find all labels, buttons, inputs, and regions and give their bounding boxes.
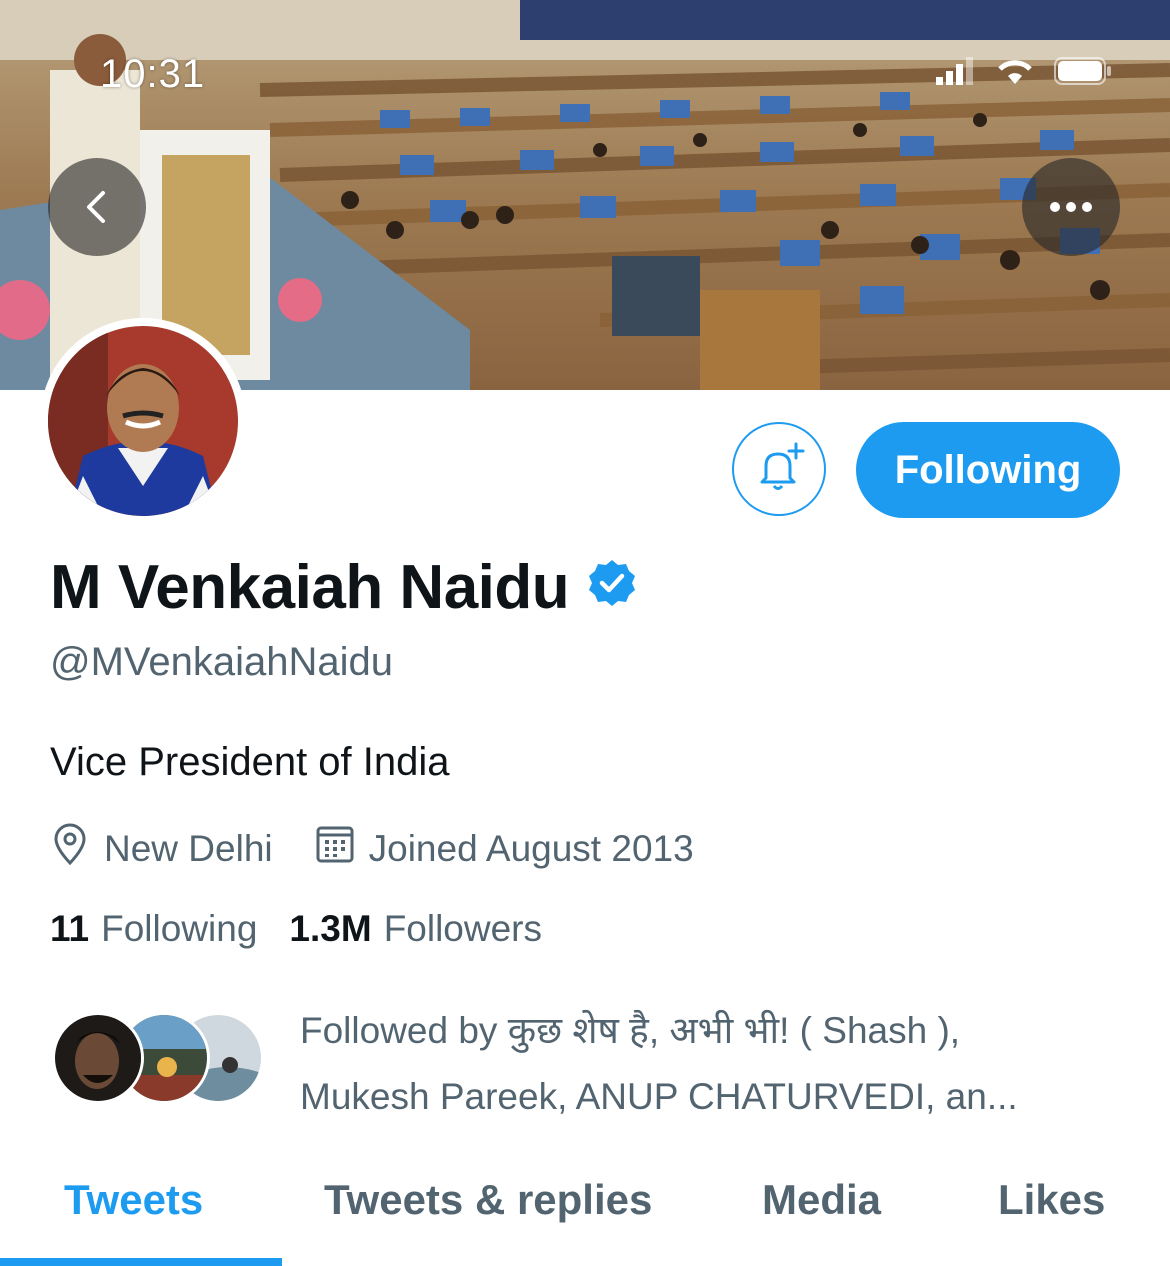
display-name: M Venkaiah Naidu	[50, 553, 570, 622]
battery-icon	[1054, 57, 1112, 85]
profile-page: 10:31 Following M Venkaiah Naidu @MVenka…	[0, 0, 1170, 1266]
joined-date: Joined August 2013	[315, 824, 694, 873]
profile-name-row: M Venkaiah Naidu	[50, 552, 637, 623]
joined-text: Joined August 2013	[368, 827, 694, 869]
avatar-photo	[48, 326, 238, 516]
followed-by-text[interactable]: Followed by कुछ शेष है, अभी भी! ( Shash …	[300, 998, 1100, 1130]
verified-badge-icon	[587, 552, 637, 623]
following-label: Following	[101, 908, 258, 949]
follow-counts: 11 Following 1.3M Followers	[50, 908, 542, 950]
active-tab-indicator	[0, 1258, 282, 1266]
profile-avatar[interactable]	[40, 318, 246, 524]
followed-by-line-1: Followed by कुछ शेष है, अभी भी! ( Shash …	[300, 1010, 961, 1051]
profile-handle: @MVenkaiahNaidu	[50, 640, 394, 684]
bell-plus-icon	[752, 440, 806, 499]
tab-tweets[interactable]: Tweets	[64, 1176, 203, 1224]
followers-count-link[interactable]: 1.3M Followers	[289, 908, 542, 950]
signal-icon	[936, 57, 976, 85]
status-icons	[936, 56, 1112, 86]
more-options-icon	[1049, 201, 1093, 213]
profile-bio: Vice President of India	[50, 740, 450, 784]
following-count: 11	[50, 908, 90, 949]
followed-by-avatars[interactable]	[52, 1012, 272, 1108]
tab-likes[interactable]: Likes	[998, 1176, 1105, 1224]
tab-tweets-and-replies[interactable]: Tweets & replies	[324, 1176, 652, 1224]
more-options-button[interactable]	[1022, 158, 1120, 256]
tab-media[interactable]: Media	[762, 1176, 881, 1224]
followers-count: 1.3M	[289, 908, 372, 949]
followed-by-line-2: Mukesh Pareek, ANUP CHATURVEDI, an...	[300, 1076, 1018, 1117]
back-arrow-icon	[77, 187, 117, 227]
location: New Delhi	[50, 822, 273, 875]
notifications-button[interactable]	[732, 422, 826, 516]
calendar-icon	[315, 824, 355, 873]
location-text: New Delhi	[104, 827, 273, 869]
following-count-link[interactable]: 11 Following	[50, 908, 257, 950]
follower-avatar	[52, 1012, 144, 1104]
location-pin-icon	[50, 822, 90, 875]
profile-meta: New Delhi Joined August 2013	[50, 822, 694, 875]
profile-tabs: Tweets Tweets & replies Media Likes	[0, 1160, 1170, 1266]
following-button[interactable]: Following	[856, 422, 1120, 518]
back-button[interactable]	[48, 158, 146, 256]
wifi-icon	[994, 56, 1036, 86]
followers-label: Followers	[383, 908, 543, 949]
status-time: 10:31	[100, 52, 206, 96]
